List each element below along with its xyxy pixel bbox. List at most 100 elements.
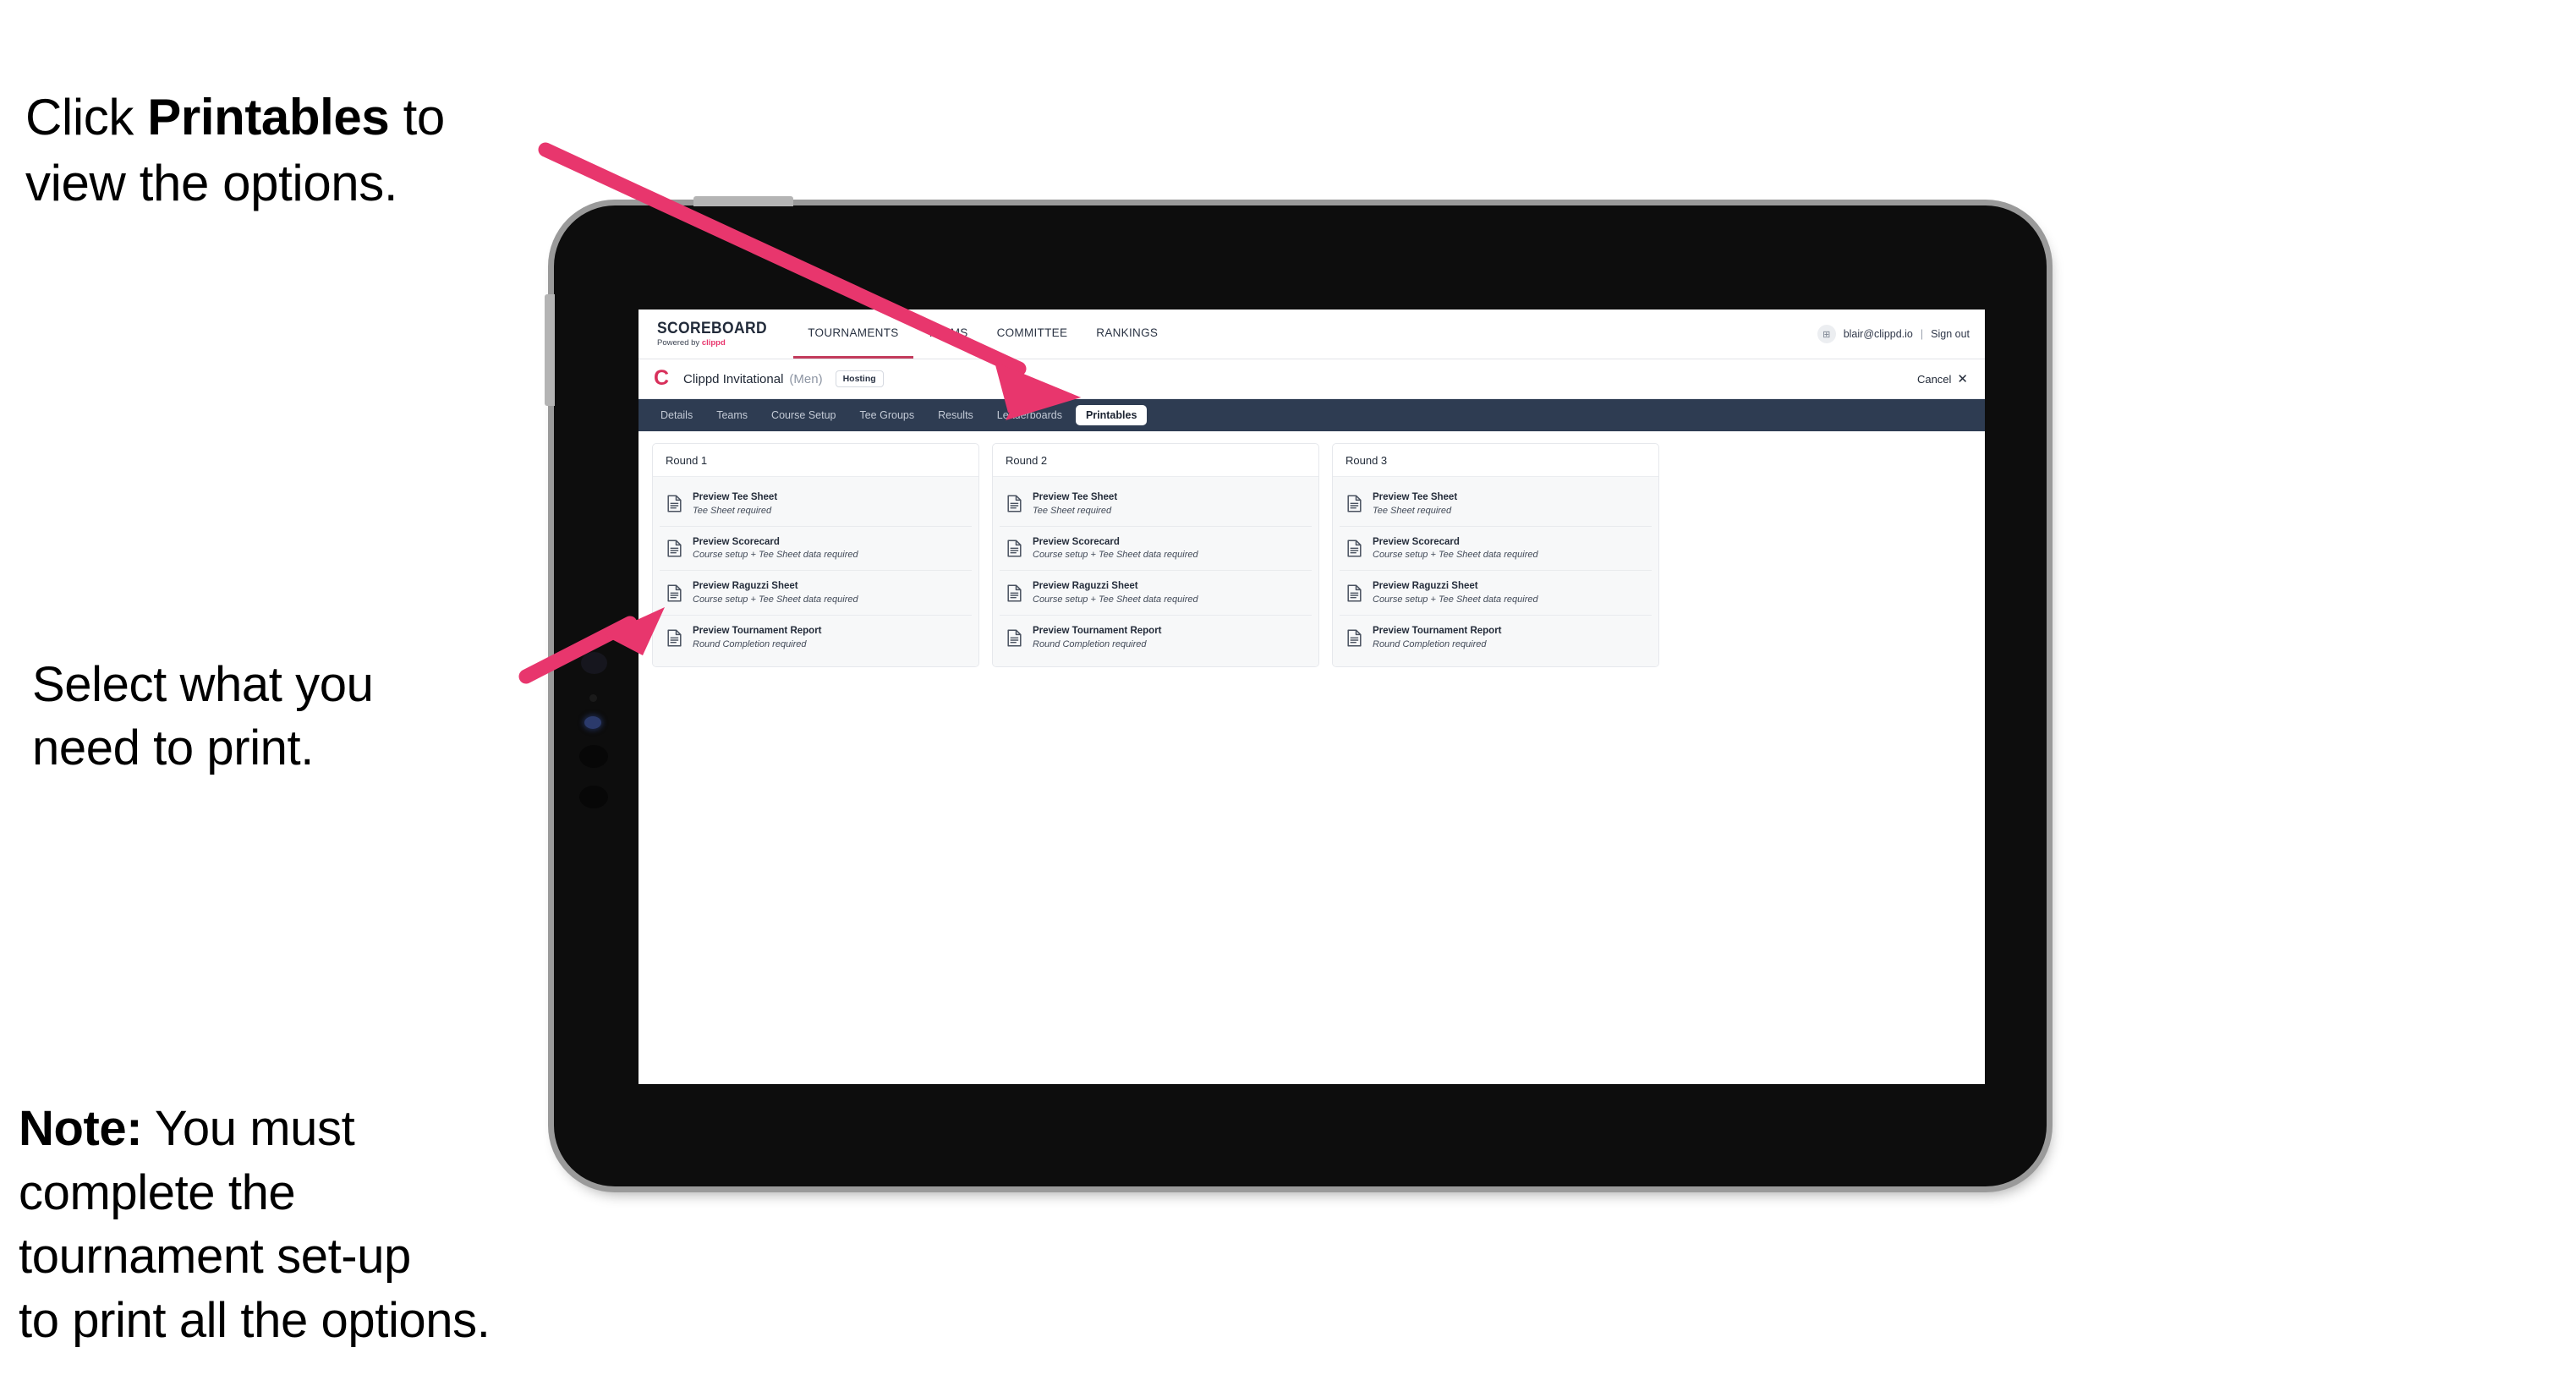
app-topbar: SCOREBOARD Powered by clippd TOURNAMENTS… bbox=[639, 310, 1985, 359]
printable-item[interactable]: Preview Raguzzi Sheet Course setup + Tee … bbox=[1340, 571, 1652, 616]
printable-item-text: Preview Raguzzi Sheet Course setup + Tee … bbox=[1373, 581, 1538, 605]
document-icon bbox=[667, 629, 682, 647]
rounds-container: Round 1 Preview Tee Sheet Tee Sheet requir… bbox=[639, 431, 1985, 667]
tab-details[interactable]: Details bbox=[650, 405, 703, 426]
document-icon bbox=[667, 495, 682, 512]
printable-item[interactable]: Preview Tournament Report Round Completio… bbox=[660, 616, 972, 660]
printable-item[interactable]: Preview Scorecard Course setup + Tee Shee… bbox=[1340, 527, 1652, 572]
topnav-item-committee[interactable]: COMMITTEE bbox=[983, 310, 1082, 359]
printable-item[interactable]: Preview Raguzzi Sheet Course setup + Tee … bbox=[1000, 571, 1312, 616]
printable-item[interactable]: Preview Tee Sheet Tee Sheet required bbox=[1340, 482, 1652, 527]
printable-item-title: Preview Tee Sheet bbox=[1373, 492, 1458, 502]
printable-item-requirement: Round Completion required bbox=[693, 638, 807, 649]
tab-tee-groups[interactable]: Tee Groups bbox=[849, 405, 924, 426]
tab-label: Results bbox=[938, 408, 973, 421]
printable-item-title: Preview Scorecard bbox=[693, 536, 780, 547]
tab-label: Printables bbox=[1085, 408, 1137, 421]
account-separator: | bbox=[1920, 328, 1924, 340]
round-items: Preview Tee Sheet Tee Sheet required Previ… bbox=[993, 477, 1318, 666]
tab-course-setup[interactable]: Course Setup bbox=[761, 405, 846, 426]
callout-select-print: Select what you need to print. bbox=[32, 657, 374, 776]
document-icon bbox=[1007, 495, 1022, 512]
callout-click-bold: Printables bbox=[147, 89, 390, 145]
callout-note-label: Note: bbox=[19, 1101, 143, 1157]
printable-item-title: Preview Tee Sheet bbox=[1033, 492, 1118, 502]
printable-item-text: Preview Scorecard Course setup + Tee Shee… bbox=[1033, 537, 1198, 561]
tab-label: Details bbox=[660, 408, 693, 421]
printable-item-text: Preview Tournament Report Round Completio… bbox=[1373, 626, 1502, 649]
printable-item[interactable]: Preview Tournament Report Round Completio… bbox=[1000, 616, 1312, 660]
printable-item[interactable]: Preview Scorecard Course setup + Tee Shee… bbox=[660, 527, 972, 572]
printable-item-requirement: Tee Sheet required bbox=[1033, 505, 1112, 516]
round-items: Preview Tee Sheet Tee Sheet required Previ… bbox=[653, 477, 978, 666]
tab-leaderboards[interactable]: Leaderboards bbox=[987, 405, 1072, 426]
printable-item-text: Preview Tee Sheet Tee Sheet required bbox=[1373, 492, 1457, 516]
brand-logo[interactable]: SCOREBOARD Powered by clippd bbox=[639, 310, 793, 359]
printable-item-title: Preview Scorecard bbox=[1373, 536, 1460, 547]
front-camera-icon bbox=[581, 652, 607, 674]
printable-item-requirement: Tee Sheet required bbox=[1373, 505, 1452, 516]
tournament-gender: (Men) bbox=[789, 371, 823, 386]
printable-item[interactable]: Preview Tee Sheet Tee Sheet required bbox=[660, 482, 972, 527]
round-title: Round 1 bbox=[653, 444, 978, 477]
round-title: Round 3 bbox=[1333, 444, 1658, 477]
brand-clippd-mark: clippd bbox=[701, 338, 726, 348]
printable-item-requirement: Round Completion required bbox=[1033, 638, 1147, 649]
printable-item-text: Preview Tournament Report Round Completio… bbox=[693, 626, 822, 649]
document-icon bbox=[667, 540, 682, 557]
tab-printables[interactable]: Printables bbox=[1075, 404, 1148, 426]
tablet-device: SCOREBOARD Powered by clippd TOURNAMENTS… bbox=[545, 196, 2047, 1186]
printable-item-title: Preview Raguzzi Sheet bbox=[693, 581, 798, 592]
avatar[interactable]: ⊞ bbox=[1817, 325, 1836, 343]
brand-title: SCOREBOARD bbox=[657, 320, 767, 338]
printable-item-requirement: Course setup + Tee Sheet data required bbox=[693, 550, 858, 561]
topnav-label: TEAMS bbox=[927, 326, 968, 339]
printable-item[interactable]: Preview Scorecard Course setup + Tee Shee… bbox=[1000, 527, 1312, 572]
printable-item-text: Preview Tee Sheet Tee Sheet required bbox=[693, 492, 777, 516]
callout-note: Note: You must complete the tournament s… bbox=[19, 1033, 491, 1352]
printable-item[interactable]: Preview Tournament Report Round Completio… bbox=[1340, 616, 1652, 660]
pinhole-mic-icon bbox=[589, 694, 597, 702]
document-icon bbox=[667, 584, 682, 602]
printable-item-requirement: Course setup + Tee Sheet data required bbox=[693, 594, 858, 605]
sensor-led-icon bbox=[584, 716, 601, 729]
sign-out-link[interactable]: Sign out bbox=[1931, 328, 1970, 340]
tab-results[interactable]: Results bbox=[928, 405, 984, 426]
printable-item[interactable]: Preview Tee Sheet Tee Sheet required bbox=[1000, 482, 1312, 527]
printable-item-requirement: Round Completion required bbox=[1373, 638, 1487, 649]
printable-item-text: Preview Tournament Report Round Completio… bbox=[1033, 626, 1162, 649]
round-title: Round 2 bbox=[993, 444, 1318, 477]
power-button-icon[interactable] bbox=[693, 196, 793, 206]
round-card: Round 1 Preview Tee Sheet Tee Sheet requir… bbox=[652, 443, 979, 667]
document-icon bbox=[1347, 584, 1362, 602]
printable-item-text: Preview Raguzzi Sheet Course setup + Tee … bbox=[693, 581, 858, 605]
printable-item-requirement: Course setup + Tee Sheet data required bbox=[1033, 594, 1198, 605]
topnav-item-teams[interactable]: TEAMS bbox=[913, 310, 983, 359]
tab-bar: Details Teams Course Setup Tee Groups Re… bbox=[639, 399, 1985, 431]
avatar-glyph-icon: ⊞ bbox=[1822, 329, 1831, 340]
brand-subtitle: Powered by clippd bbox=[657, 339, 776, 348]
printable-item-requirement: Course setup + Tee Sheet data required bbox=[1373, 550, 1538, 561]
tab-teams[interactable]: Teams bbox=[706, 405, 758, 426]
tab-label: Teams bbox=[716, 408, 748, 421]
printable-item-text: Preview Scorecard Course setup + Tee Shee… bbox=[693, 537, 858, 561]
topnav-label: RANKINGS bbox=[1096, 326, 1159, 339]
round-card: Round 2 Preview Tee Sheet Tee Sheet requir… bbox=[992, 443, 1319, 667]
account-area: ⊞ blair@clippd.io | Sign out bbox=[1817, 310, 1985, 359]
topnav-item-tournaments[interactable]: TOURNAMENTS bbox=[793, 310, 913, 359]
round-items: Preview Tee Sheet Tee Sheet required Previ… bbox=[1333, 477, 1658, 666]
topnav-item-rankings[interactable]: RANKINGS bbox=[1082, 310, 1172, 359]
printable-item-requirement: Tee Sheet required bbox=[693, 505, 772, 516]
cancel-button[interactable]: Cancel ✕ bbox=[1917, 373, 1968, 386]
topnav-label: COMMITTEE bbox=[996, 326, 1068, 339]
printable-item-title: Preview Raguzzi Sheet bbox=[1033, 581, 1138, 592]
printable-item-title: Preview Scorecard bbox=[1033, 536, 1120, 547]
printable-item[interactable]: Preview Raguzzi Sheet Course setup + Tee … bbox=[660, 571, 972, 616]
tab-label: Tee Groups bbox=[859, 408, 915, 421]
printable-item-title: Preview Tournament Report bbox=[693, 626, 822, 637]
document-icon bbox=[1007, 629, 1022, 647]
printable-item-text: Preview Scorecard Course setup + Tee Shee… bbox=[1373, 537, 1538, 561]
volume-button-icon[interactable] bbox=[545, 294, 555, 406]
document-icon bbox=[1347, 495, 1362, 512]
document-icon bbox=[1007, 584, 1022, 602]
